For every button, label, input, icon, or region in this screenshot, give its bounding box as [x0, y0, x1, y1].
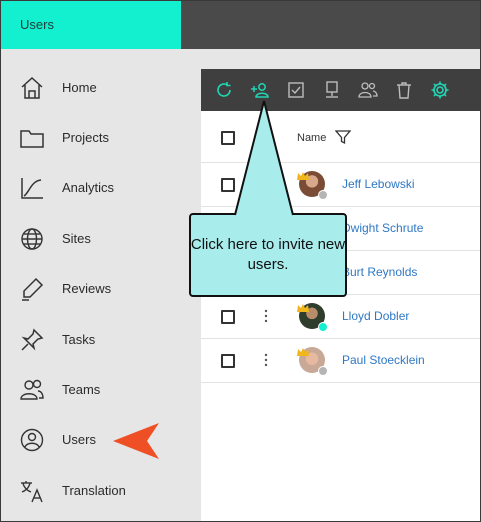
column-name-header[interactable]: Name — [297, 132, 326, 144]
status-offline-dot — [318, 366, 328, 376]
tab-users[interactable]: Users — [1, 1, 181, 49]
row-checkbox[interactable] — [221, 178, 235, 192]
status-online-dot — [318, 322, 328, 332]
gear-icon[interactable] — [430, 80, 450, 100]
pin-icon — [19, 327, 45, 353]
filter-icon[interactable] — [334, 129, 352, 145]
sidebar-item-label: Translation — [62, 483, 126, 498]
user-circle-icon — [19, 427, 45, 453]
crown-icon — [297, 343, 309, 356]
sidebar-item-sites[interactable]: Sites — [1, 217, 201, 263]
crown-icon — [297, 167, 309, 180]
sidebar-item-label: Users — [62, 432, 96, 447]
sidebar-item-label: Teams — [62, 382, 101, 397]
sidebar-item-label: Reviews — [62, 281, 112, 296]
more-options-icon[interactable] — [262, 351, 270, 369]
sidebar-item-label: Home — [62, 80, 97, 95]
add-user-icon[interactable] — [250, 80, 270, 100]
sidebar-item-analytics[interactable]: Analytics — [1, 166, 201, 212]
sidebar-item-translation[interactable]: Translation — [1, 469, 201, 515]
table-row[interactable]: Paul Stoecklein — [201, 339, 480, 383]
home-icon — [19, 75, 45, 101]
table-header: Name — [201, 111, 480, 163]
refresh-icon[interactable] — [214, 80, 234, 100]
user-name-link[interactable]: Burt Reynolds — [342, 265, 417, 279]
sidebar-item-reviews[interactable]: Reviews — [1, 267, 201, 313]
sidebar-item-teams[interactable]: Teams — [1, 368, 201, 414]
user-name-link[interactable]: Dwight Schrute — [342, 221, 423, 235]
checklist-icon[interactable] — [286, 80, 306, 100]
pointer-arrow-icon — [113, 423, 159, 459]
team-icon — [19, 377, 45, 403]
monitor-icon[interactable] — [322, 80, 342, 100]
sidebar-item-projects[interactable]: Projects — [1, 116, 201, 162]
select-all-checkbox[interactable] — [221, 131, 235, 145]
users-toolbar — [201, 69, 480, 111]
teams-icon[interactable] — [358, 80, 378, 100]
tab-users-label: Users — [20, 17, 54, 32]
analytics-icon — [19, 175, 45, 201]
user-name-link[interactable]: Lloyd Dobler — [342, 309, 409, 323]
globe-icon — [19, 226, 45, 252]
sidebar-item-label: Analytics — [62, 180, 115, 195]
pen-icon — [19, 276, 45, 302]
table-row[interactable]: Jeff Lebowski — [201, 163, 480, 207]
callout-text: Click here to invite new users. — [190, 236, 346, 273]
sidebar: Home Projects Analytics Sites Reviews Ta… — [1, 49, 201, 521]
row-checkbox[interactable] — [221, 310, 235, 324]
sidebar-item-label: Tasks — [62, 332, 96, 347]
user-name-link[interactable]: Paul Stoecklein — [342, 353, 425, 367]
crown-icon — [297, 299, 309, 312]
trash-icon[interactable] — [394, 80, 414, 100]
sidebar-item-users[interactable]: Users — [1, 418, 201, 464]
more-options-icon[interactable] — [262, 307, 270, 325]
app-window: Users Home Projects Analytics Sites Revi… — [0, 0, 481, 522]
top-bar: Users — [1, 1, 480, 49]
sidebar-item-label: Projects — [62, 130, 109, 145]
user-name-link[interactable]: Jeff Lebowski — [342, 177, 415, 191]
table-row[interactable]: Lloyd Dobler — [201, 295, 480, 339]
translate-icon — [19, 478, 45, 504]
sidebar-item-tasks[interactable]: Tasks — [1, 318, 201, 364]
folder-icon — [19, 125, 45, 151]
status-offline-dot — [318, 190, 328, 200]
sidebar-item-label: Sites — [62, 231, 91, 246]
sidebar-item-home[interactable]: Home — [1, 66, 201, 112]
row-checkbox[interactable] — [221, 354, 235, 368]
